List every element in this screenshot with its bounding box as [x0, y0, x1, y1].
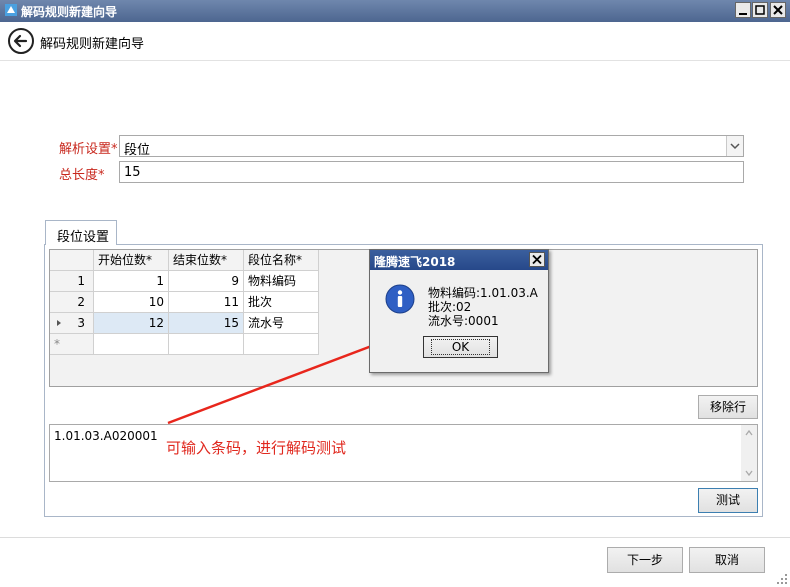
ok-button[interactable]: OK [423, 336, 498, 358]
message-box-close-button[interactable] [529, 252, 545, 267]
message-box-title: 隆腾速飞2018 [374, 255, 456, 269]
ok-button-label: OK [430, 339, 491, 355]
message-line: 流水号:0001 [428, 314, 499, 328]
message-box: 隆腾速飞2018 物料编码:1.01.03.A 批次:02 流水号:0001 O… [369, 249, 549, 373]
close-icon [532, 254, 542, 265]
info-icon [385, 284, 415, 314]
message-box-title-bar: 隆腾速飞2018 [370, 250, 548, 270]
